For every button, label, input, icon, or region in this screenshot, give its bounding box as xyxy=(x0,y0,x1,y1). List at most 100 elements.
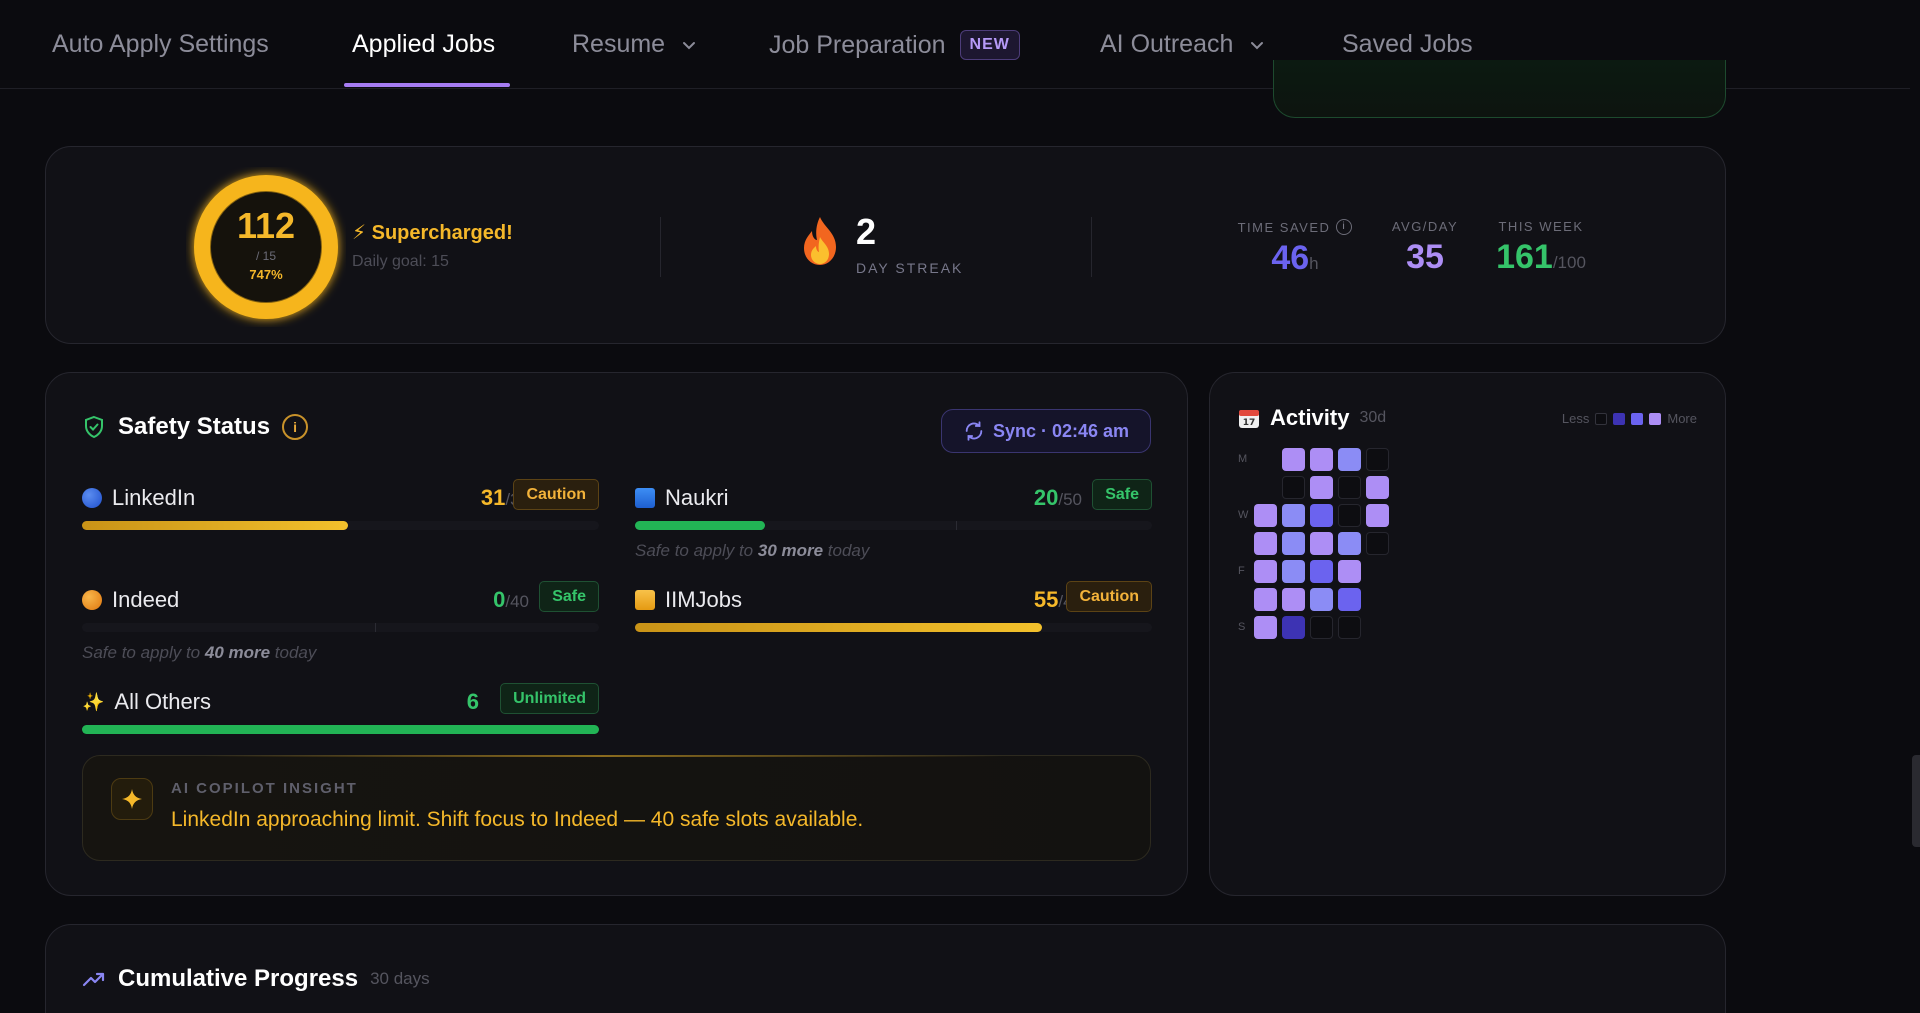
safe-hint: Safe to apply to 30 more today xyxy=(635,541,870,560)
activity-day-cell[interactable] xyxy=(1310,616,1333,639)
activity-day-cell[interactable] xyxy=(1366,476,1389,499)
orange-circle-icon xyxy=(82,590,102,610)
divider xyxy=(660,217,661,277)
platform-linkedin: LinkedIn 31/30 Caution xyxy=(82,479,599,569)
safe-hint: Safe to apply to 40 more today xyxy=(82,643,317,662)
progress-fill xyxy=(82,521,349,530)
safety-status-title: Safety Status i xyxy=(82,413,309,441)
tab-auto-apply-settings[interactable]: Auto Apply Settings xyxy=(52,30,269,59)
activity-day-cell[interactable] xyxy=(1254,588,1277,611)
activity-day-cell[interactable] xyxy=(1366,504,1389,527)
day-label: F xyxy=(1238,565,1245,577)
activity-day-cell[interactable] xyxy=(1310,448,1333,471)
day-label: S xyxy=(1238,621,1246,633)
activity-day-cell[interactable] xyxy=(1282,448,1305,471)
activity-day-cell[interactable] xyxy=(1282,616,1305,639)
status-badge: Caution xyxy=(513,479,599,510)
sparkle-icon xyxy=(111,778,153,820)
safety-status-card: Safety Status i Sync · 02:46 am LinkedIn… xyxy=(45,372,1188,896)
progress-bar xyxy=(82,725,599,734)
daily-goal-ring: 112 / 15 747% xyxy=(186,167,346,327)
blue-circle-icon xyxy=(82,488,102,508)
activity-day-cell[interactable] xyxy=(1366,532,1389,555)
status-supercharged: ⚡ Supercharged! xyxy=(352,222,513,244)
blue-square-icon xyxy=(635,488,655,508)
activity-day-cell[interactable] xyxy=(1338,588,1361,611)
activity-day-cell[interactable] xyxy=(1254,560,1277,583)
activity-day-cell[interactable] xyxy=(1310,588,1333,611)
status-badge: Safe xyxy=(539,581,599,612)
trending-up-icon xyxy=(82,972,105,987)
daily-stats-card: 112 / 15 747% ⚡ Supercharged! Daily goal… xyxy=(45,146,1726,344)
time-saved-metric: TIME SAVED i 46h xyxy=(1230,219,1360,278)
streak-value: 2 xyxy=(856,211,877,252)
activity-day-cell[interactable] xyxy=(1254,616,1277,639)
this-week-metric: THIS WEEK 161/100 xyxy=(1496,219,1586,276)
activity-title: 17 Activity 30d xyxy=(1238,405,1386,431)
activity-day-cell[interactable] xyxy=(1338,476,1361,499)
refresh-icon xyxy=(965,421,983,441)
active-tab-indicator xyxy=(344,83,510,87)
activity-day-cell[interactable] xyxy=(1282,476,1305,499)
svg-text:17: 17 xyxy=(1243,418,1256,428)
status-badge: Caution xyxy=(1066,581,1152,612)
info-icon[interactable]: i xyxy=(1336,219,1353,235)
tab-saved-jobs[interactable]: Saved Jobs xyxy=(1342,30,1473,59)
threshold-tick xyxy=(375,623,376,632)
activity-day-cell[interactable] xyxy=(1310,504,1333,527)
insight-text: LinkedIn approaching limit. Shift focus … xyxy=(171,808,864,831)
chevron-down-icon xyxy=(1251,41,1264,49)
activity-day-cell[interactable] xyxy=(1282,588,1305,611)
tab-job-preparation[interactable]: Job Preparation NEW xyxy=(769,30,1020,60)
tab-applied-jobs[interactable]: Applied Jobs xyxy=(352,30,495,59)
activity-day-cell[interactable] xyxy=(1282,532,1305,555)
activity-day-cell[interactable] xyxy=(1310,476,1333,499)
activity-day-cell[interactable] xyxy=(1310,532,1333,555)
info-icon[interactable]: i xyxy=(282,414,309,440)
sync-button[interactable]: Sync · 02:46 am xyxy=(941,409,1151,453)
status-badge: Unlimited xyxy=(500,683,599,714)
yellow-square-icon xyxy=(635,590,655,610)
activity-day-cell[interactable] xyxy=(1338,504,1361,527)
insight-glow-line xyxy=(203,755,1003,757)
usage-count: 0/40 xyxy=(493,587,529,612)
activity-day-cell[interactable] xyxy=(1338,532,1361,555)
legend-swatch xyxy=(1595,412,1608,425)
activity-day-cell[interactable] xyxy=(1254,532,1277,555)
activity-day-cell[interactable] xyxy=(1366,448,1389,471)
goal-fraction: / 15 xyxy=(255,249,276,263)
goal-percent: 747% xyxy=(249,267,283,282)
day-label: W xyxy=(1238,509,1249,521)
activity-day-cell[interactable] xyxy=(1282,560,1305,583)
scrollbar-thumb[interactable] xyxy=(1912,755,1920,847)
platform-naukri: Naukri 20/50 Safe Safe to apply to 30 mo… xyxy=(635,479,1152,569)
previous-card-edge xyxy=(1273,60,1726,118)
activity-day-cell[interactable] xyxy=(1254,504,1277,527)
legend-swatch xyxy=(1613,412,1626,425)
activity-day-cell[interactable] xyxy=(1282,504,1305,527)
sparkles-icon: ✨ xyxy=(82,691,105,712)
chevron-down-icon xyxy=(683,41,696,49)
progress-bar xyxy=(635,521,1152,530)
platform-iimjobs: IIMJobs 55/40 Caution xyxy=(635,581,1152,671)
progress-bar xyxy=(82,521,599,530)
cumulative-progress-title: Cumulative Progress 30 days xyxy=(82,965,430,993)
status-badge: Safe xyxy=(1092,479,1152,510)
threshold-tick xyxy=(956,521,957,530)
tab-ai-outreach[interactable]: AI Outreach xyxy=(1100,30,1267,59)
tab-resume[interactable]: Resume xyxy=(572,30,699,59)
cumulative-progress-card: Cumulative Progress 30 days xyxy=(45,924,1726,1013)
activity-day-cell[interactable] xyxy=(1338,616,1361,639)
ai-copilot-insight: AI COPILOT INSIGHT LinkedIn approaching … xyxy=(82,755,1151,861)
day-label: M xyxy=(1238,453,1248,465)
legend-swatch xyxy=(1649,412,1662,425)
activity-day-cell[interactable] xyxy=(1338,560,1361,583)
streak-label: DAY STREAK xyxy=(856,260,964,276)
progress-fill xyxy=(82,725,599,734)
progress-fill xyxy=(635,623,1042,632)
calendar-icon: 17 xyxy=(1239,410,1259,428)
activity-day-cell[interactable] xyxy=(1338,448,1361,471)
divider xyxy=(1091,217,1092,277)
activity-day-cell[interactable] xyxy=(1310,560,1333,583)
avg-day-metric: AVG/DAY 35 xyxy=(1391,219,1459,276)
